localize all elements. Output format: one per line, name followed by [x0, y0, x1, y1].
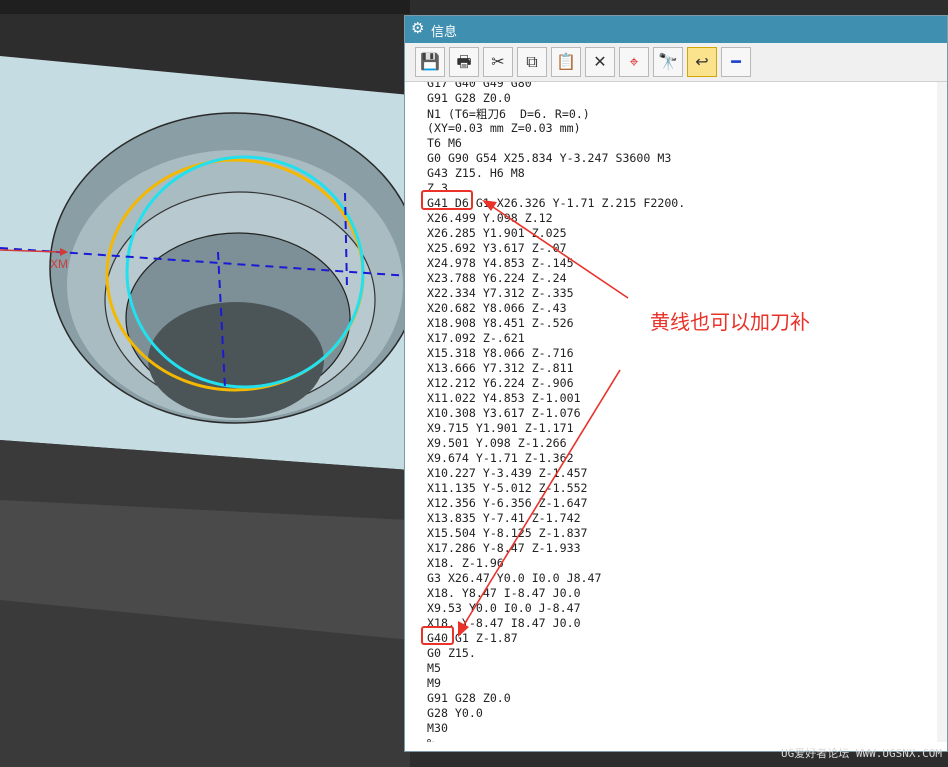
code-line: X9.674 Y-1.71 Z-1.362 — [427, 451, 574, 465]
code-line: G43 Z15. H6 M8 — [427, 166, 525, 180]
code-line: G0 G90 G54 X25.834 Y-3.247 S3600 M3 — [427, 151, 672, 165]
vertical-scrollbar[interactable] — [937, 82, 947, 742]
code-line: X18.908 Y8.451 Z-.526 — [427, 316, 574, 330]
code-line: X18. Z-1.96 — [427, 556, 504, 570]
inner-bore-bottom — [148, 302, 324, 418]
annotation-text: 黄线也可以加刀补 — [650, 310, 810, 334]
code-line: X13.666 Y7.312 Z-.811 — [427, 361, 574, 375]
code-line: X25.692 Y3.617 Z-.07 — [427, 241, 567, 255]
find-button[interactable]: 🔭 — [653, 47, 683, 77]
highlight-g40 — [421, 626, 454, 645]
code-line: X12.212 Y6.224 Z-.906 — [427, 376, 574, 390]
top-strip — [0, 0, 410, 14]
code-line: X22.334 Y7.312 Z-.335 — [427, 286, 574, 300]
paste-button[interactable]: 📋 — [551, 47, 581, 77]
code-line: N1 (T6=粗刀6 D=6. R=0.) — [427, 107, 590, 121]
gear-icon: ⚙ — [411, 19, 425, 37]
code-listing[interactable]: G17 G40 G49 G80 G91 G28 Z0.0 N1 (T6=粗刀6 D=… — [405, 82, 947, 742]
code-line: M9 — [427, 676, 441, 690]
code-line: X13.835 Y-7.41 Z-1.742 — [427, 511, 581, 525]
delete-button[interactable]: ✕ — [585, 47, 615, 77]
code-line: X15.318 Y8.066 Z-.716 — [427, 346, 574, 360]
window-title: 信息 — [431, 25, 458, 40]
code-line: M5 — [427, 661, 441, 675]
code-line: X18. Y8.47 I-8.47 J0.0 — [427, 586, 581, 600]
toolbar: 💾 🖶 ✂ ⧉ 📋 ✕ ⌖ 🔭 ↩ ━ — [405, 43, 947, 82]
code-line: X20.682 Y8.066 Z-.43 — [427, 301, 567, 315]
axis-label: XM — [50, 257, 68, 271]
title-bar[interactable]: ⚙ 信息 — [405, 16, 947, 43]
code-line: X9.501 Y.098 Z-1.266 — [427, 436, 567, 450]
code-line: G91 G28 Z0.0 — [427, 91, 511, 105]
code-line: X12.356 Y-6.356 Z-1.647 — [427, 496, 588, 510]
code-line: X15.504 Y-8.125 Z-1.837 — [427, 526, 588, 540]
code-line: X11.135 Y-5.012 Z-1.552 — [427, 481, 588, 495]
watermark: UG爱好者论坛 WWW.UGSNX.COM — [781, 747, 942, 760]
highlight-g41-d6 — [421, 190, 473, 210]
code-line: G3 X26.47 Y0.0 I0.0 J8.47 — [427, 571, 602, 585]
print-button[interactable]: 🖶 — [449, 47, 479, 77]
code-line: X26.285 Y1.901 Z.025 — [427, 226, 567, 240]
code-line: G91 G28 Z0.0 — [427, 691, 511, 705]
code-line: X9.715 Y1.901 Z-1.171 — [427, 421, 574, 435]
code-line: X17.092 Z-.621 — [427, 331, 525, 345]
code-line: X10.308 Y3.617 Z-1.076 — [427, 406, 581, 420]
wrap-button[interactable]: ↩ — [687, 47, 717, 77]
code-line: (XY=0.03 mm Z=0.03 mm) — [427, 121, 581, 135]
code-line: T6 M6 — [427, 136, 462, 150]
minimize-button[interactable]: ━ — [721, 47, 751, 77]
code-line: X17.286 Y-8.47 Z-1.933 — [427, 541, 581, 555]
cut-button[interactable]: ✂ — [483, 47, 513, 77]
code-line: X9.53 Y0.0 I0.0 J-8.47 — [427, 601, 581, 615]
code-line: G28 Y0.0 — [427, 706, 483, 720]
code-line: X24.978 Y4.853 Z-.145 — [427, 256, 574, 270]
code-line: X10.227 Y-3.439 Z-1.457 — [427, 466, 588, 480]
code-line: M30 — [427, 721, 448, 735]
code-line: X11.022 Y4.853 Z-1.001 — [427, 391, 581, 405]
code-line: G0 Z15. — [427, 646, 476, 660]
save-button[interactable]: 💾 — [415, 47, 445, 77]
code-line: X23.788 Y6.224 Z-.24 — [427, 271, 567, 285]
info-window[interactable]: ⚙ 信息 💾 🖶 ✂ ⧉ 📋 ✕ ⌖ 🔭 ↩ ━ G17 G40 G49 G80… — [404, 15, 948, 752]
code-line: G17 G40 G49 G80 — [427, 82, 532, 90]
copy-button[interactable]: ⧉ — [517, 47, 547, 77]
target-button[interactable]: ⌖ — [619, 47, 649, 77]
code-line: % — [427, 736, 434, 742]
code-line: X26.499 Y.098 Z.12 — [427, 211, 553, 225]
